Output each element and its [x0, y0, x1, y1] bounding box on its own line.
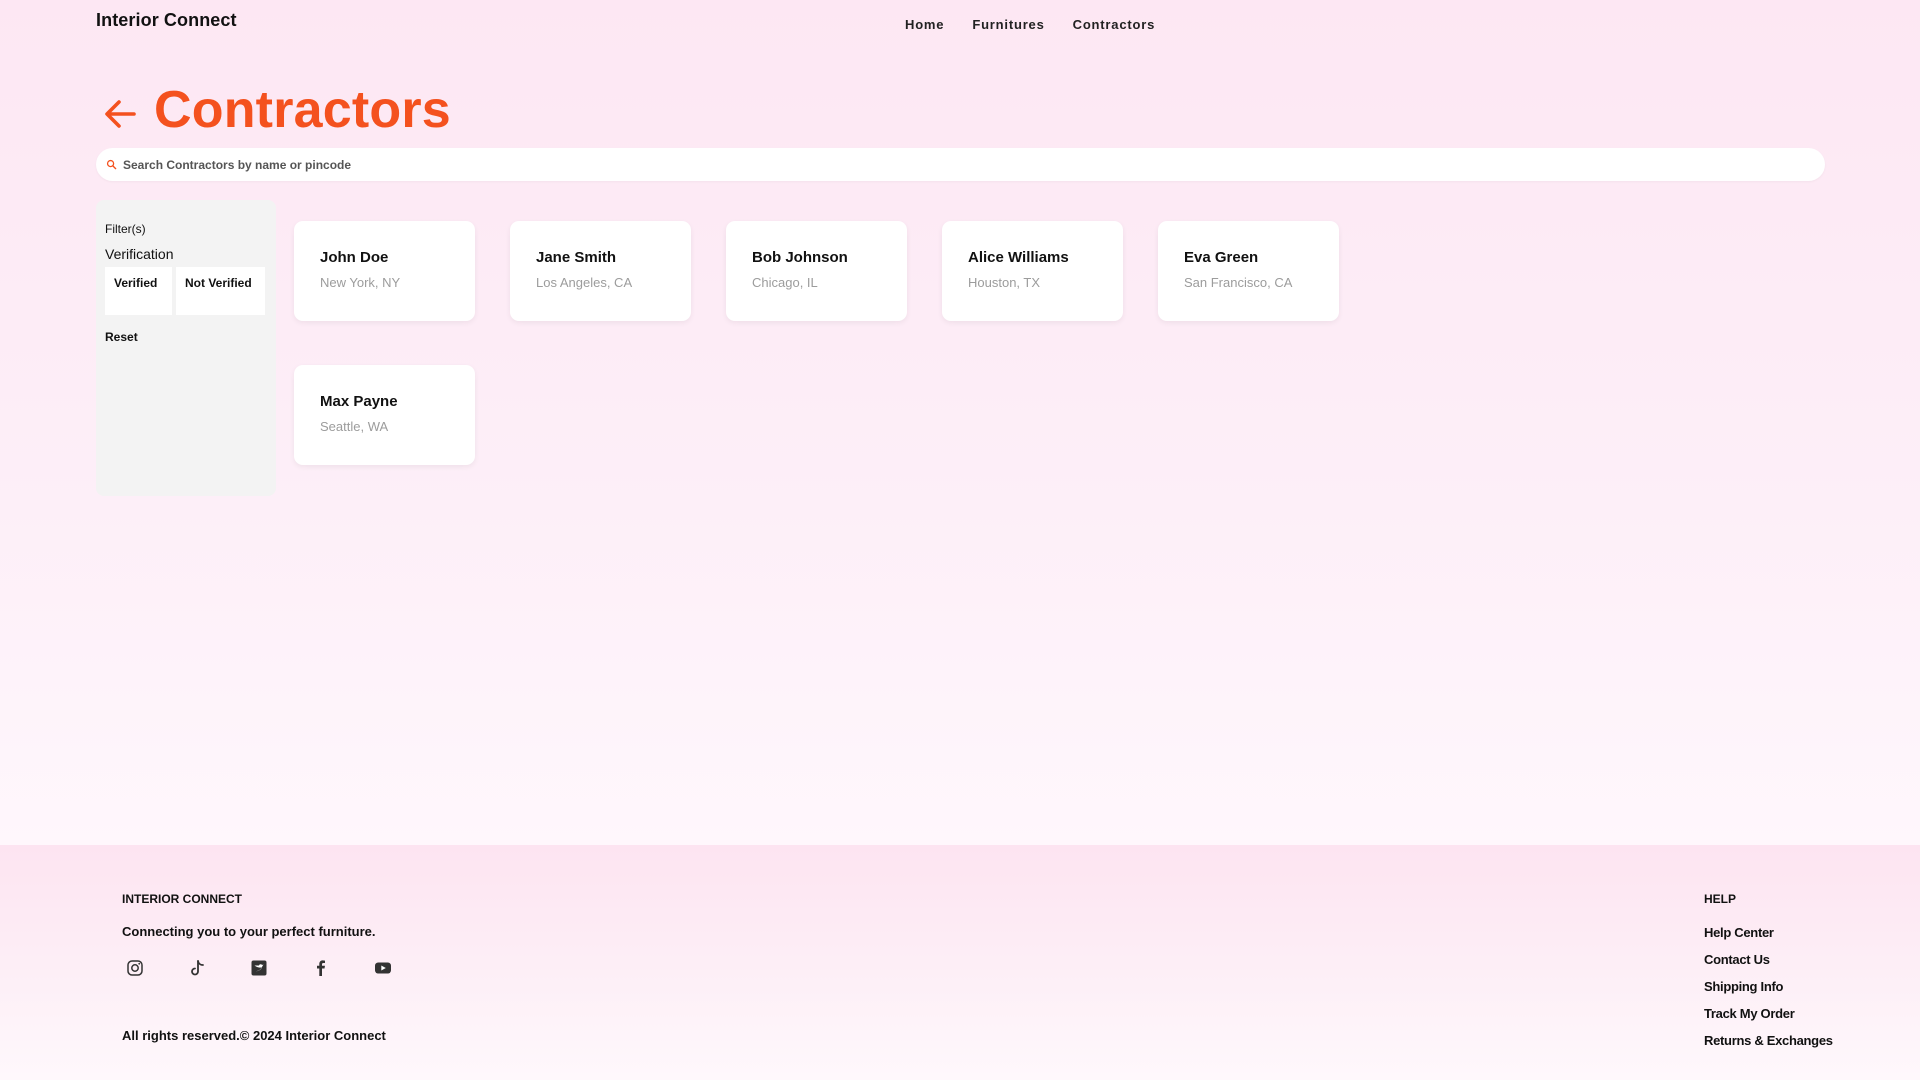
contractor-name: Max Payne	[320, 393, 398, 410]
contractor-location: Chicago, IL	[752, 275, 818, 290]
top-nav: Home Furnitures Contractors	[905, 17, 1155, 32]
copyright-text: All rights reserved.© 2024 Interior Conn…	[122, 1028, 386, 1043]
arrow-left-icon[interactable]	[100, 94, 140, 134]
contractor-location: San Francisco, CA	[1184, 275, 1293, 290]
help-heading: HELP	[1704, 892, 1737, 906]
contractor-name: Bob Johnson	[752, 249, 848, 266]
contractor-card[interactable]: John Doe New York, NY	[294, 221, 475, 321]
title-row: Contractors	[100, 80, 451, 140]
track-order-link[interactable]: Track My Order	[1704, 1006, 1833, 1021]
search-input[interactable]	[123, 157, 1803, 172]
contractor-name: Eva Green	[1184, 249, 1259, 266]
page-title: Contractors	[154, 81, 451, 139]
contractor-location: Houston, TX	[968, 275, 1041, 290]
help-center-link[interactable]: Help Center	[1704, 925, 1833, 940]
footer-tagline: Connecting you to your perfect furniture…	[122, 924, 376, 939]
contractor-location: New York, NY	[320, 275, 401, 290]
search-bar	[96, 148, 1825, 181]
contractor-name: John Doe	[320, 249, 389, 266]
filter-verified-button[interactable]: Verified	[105, 267, 172, 315]
reset-button[interactable]: Reset	[105, 330, 267, 344]
help-section: HELP Help Center Contact Us Shipping Inf…	[1704, 892, 1833, 1060]
nav-contractors[interactable]: Contractors	[1073, 17, 1155, 32]
contractor-card[interactable]: Jane Smith Los Angeles, CA	[510, 221, 691, 321]
contractor-name: Jane Smith	[536, 249, 617, 266]
returns-exchanges-link[interactable]: Returns & Exchanges	[1704, 1033, 1833, 1048]
filter-sidebar: Filter(s) Verification Verified Not Veri…	[96, 200, 276, 496]
contractor-card[interactable]: Alice Williams Houston, TX	[942, 221, 1123, 321]
facebook-icon[interactable]	[311, 958, 331, 978]
contractor-card[interactable]: Bob Johnson Chicago, IL	[726, 221, 907, 321]
brand-logo[interactable]: Interior Connect	[96, 10, 237, 31]
contractor-location: Seattle, WA	[320, 419, 389, 434]
filter-not-verified-button[interactable]: Not Verified	[176, 267, 265, 315]
instagram-icon[interactable]	[125, 958, 145, 978]
shipping-info-link[interactable]: Shipping Info	[1704, 979, 1833, 994]
filters-heading: Filter(s)	[105, 222, 146, 236]
tiktok-icon[interactable]	[187, 958, 207, 978]
twitter-icon[interactable]	[249, 958, 269, 978]
social-links	[125, 958, 393, 978]
contractor-card[interactable]: Eva Green San Francisco, CA	[1158, 221, 1339, 321]
search-icon	[106, 159, 117, 170]
verification-options: Verified Not Verified	[105, 267, 267, 315]
footer-brand: INTERIOR CONNECT	[122, 892, 242, 906]
contractor-location: Los Angeles, CA	[536, 275, 633, 290]
verification-label: Verification	[105, 246, 174, 262]
contractor-name: Alice Williams	[968, 249, 1069, 266]
nav-furnitures[interactable]: Furnitures	[972, 17, 1044, 32]
contractor-card[interactable]: Max Payne Seattle, WA	[294, 365, 475, 465]
youtube-icon[interactable]	[373, 958, 393, 978]
nav-home[interactable]: Home	[905, 17, 944, 32]
contact-us-link[interactable]: Contact Us	[1704, 952, 1833, 967]
